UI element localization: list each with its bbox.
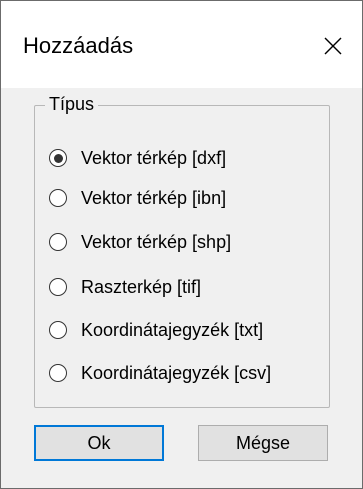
radio-button[interactable]: [49, 321, 67, 339]
cancel-button[interactable]: Mégse: [198, 425, 328, 461]
radio-button[interactable]: [49, 189, 67, 207]
radio-button[interactable]: [49, 149, 67, 167]
radio-option-tif[interactable]: Raszterkép [tif]: [49, 273, 201, 301]
radio-option-dxf[interactable]: Vektor térkép [dxf]: [49, 144, 226, 172]
radio-label: Koordinátajegyzék [csv]: [81, 362, 272, 383]
radio-button[interactable]: [49, 233, 67, 251]
radio-label: Koordinátajegyzék [txt]: [81, 319, 264, 340]
radio-label: Vektor térkép [shp]: [81, 231, 232, 252]
radio-label: Raszterkép [tif]: [81, 276, 202, 297]
ok-button[interactable]: Ok: [34, 425, 164, 461]
title-bar: Hozzáadás: [1, 1, 362, 88]
radio-selected-dot: [53, 153, 63, 163]
radio-button[interactable]: [49, 278, 67, 296]
dialog-window: Hozzáadás Típus Vektor térkép [dxf] Vekt…: [0, 0, 363, 489]
close-button[interactable]: [314, 27, 352, 65]
close-icon: [324, 37, 342, 55]
radio-option-shp[interactable]: Vektor térkép [shp]: [49, 228, 231, 256]
radio-option-ibn[interactable]: Vektor térkép [ibn]: [49, 184, 226, 212]
radio-option-txt[interactable]: Koordinátajegyzék [txt]: [49, 316, 263, 344]
radio-option-csv[interactable]: Koordinátajegyzék [csv]: [49, 359, 271, 387]
radio-label: Vektor térkép [ibn]: [81, 187, 227, 208]
radio-button[interactable]: [49, 364, 67, 382]
type-group-label: Típus: [45, 94, 99, 115]
radio-label: Vektor térkép [dxf]: [81, 147, 227, 168]
dialog-title: Hozzáadás: [23, 33, 134, 58]
